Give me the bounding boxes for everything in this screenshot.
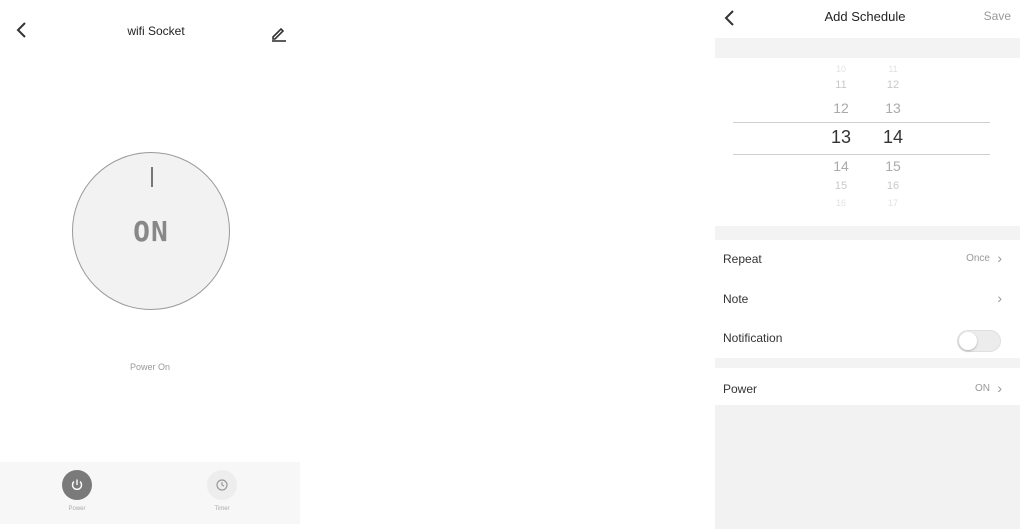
tab-label: Timer: [214, 506, 230, 512]
hour-wheel[interactable]: 10 11 12 13 14 15 16: [816, 58, 866, 226]
minute-option: 12: [886, 79, 900, 91]
add-schedule-screen: Add Schedule Save 10 11 12 13 14 15 16 1…: [715, 0, 1020, 529]
note-label: Note: [723, 292, 749, 306]
power-state-label: ON: [133, 215, 169, 248]
hour-option: 14: [833, 158, 849, 174]
minute-option: 13: [885, 100, 901, 116]
power-toggle-button[interactable]: ON: [72, 152, 230, 310]
tab-timer[interactable]: Timer: [192, 470, 252, 512]
minute-option-selected: 14: [882, 127, 904, 147]
minute-option: 15: [885, 158, 901, 174]
power-status-text: Power On: [129, 362, 171, 372]
edit-pencil-icon[interactable]: [270, 24, 288, 42]
hour-option: 15: [834, 180, 848, 192]
tab-power[interactable]: Power: [47, 470, 107, 512]
page-title: Add Schedule: [824, 9, 906, 24]
back-chevron-icon[interactable]: [720, 8, 740, 28]
power-row[interactable]: Power ON ›: [715, 370, 1020, 408]
device-title: wifi Socket: [127, 24, 185, 38]
minute-wheel[interactable]: 11 12 13 14 15 16 17: [868, 58, 918, 226]
power-indicator-tick: [151, 167, 153, 187]
minute-option: 11: [888, 64, 898, 74]
empty-area: [715, 405, 1020, 529]
hour-option: 12: [833, 100, 849, 116]
hour-option: 16: [835, 198, 846, 208]
repeat-row[interactable]: Repeat Once ›: [715, 240, 1020, 278]
power-icon: [62, 470, 92, 500]
minute-option: 16: [886, 180, 900, 192]
power-label: Power: [723, 382, 758, 396]
chevron-right-icon: ›: [997, 290, 1002, 306]
chevron-right-icon: ›: [997, 250, 1002, 266]
repeat-label: Repeat: [723, 252, 762, 266]
section-divider: [715, 226, 1020, 240]
timer-icon: [207, 470, 237, 500]
save-button[interactable]: Save: [961, 9, 1011, 23]
notification-label: Notification: [723, 331, 783, 345]
repeat-value: Once: [966, 253, 990, 264]
hour-option-selected: 13: [830, 127, 852, 147]
toggle-knob: [959, 332, 977, 350]
notification-toggle[interactable]: [957, 330, 1001, 352]
section-divider: [715, 358, 1020, 368]
power-value: ON: [975, 383, 990, 394]
tab-label: Power: [68, 506, 86, 512]
hour-option: 11: [835, 79, 847, 91]
device-screen: wifi Socket ON Power On Power Timer: [0, 0, 300, 529]
chevron-right-icon: ›: [997, 380, 1002, 396]
hour-option: 10: [835, 64, 846, 74]
minute-option: 17: [887, 198, 898, 208]
note-row[interactable]: Note ›: [715, 280, 1020, 318]
bottom-tab-bar: Power Timer: [0, 462, 300, 524]
back-chevron-icon[interactable]: [12, 20, 32, 40]
section-divider: [715, 38, 1020, 58]
time-picker[interactable]: 10 11 12 13 14 15 16 11 12 13 14 15 16 1…: [715, 58, 1020, 226]
